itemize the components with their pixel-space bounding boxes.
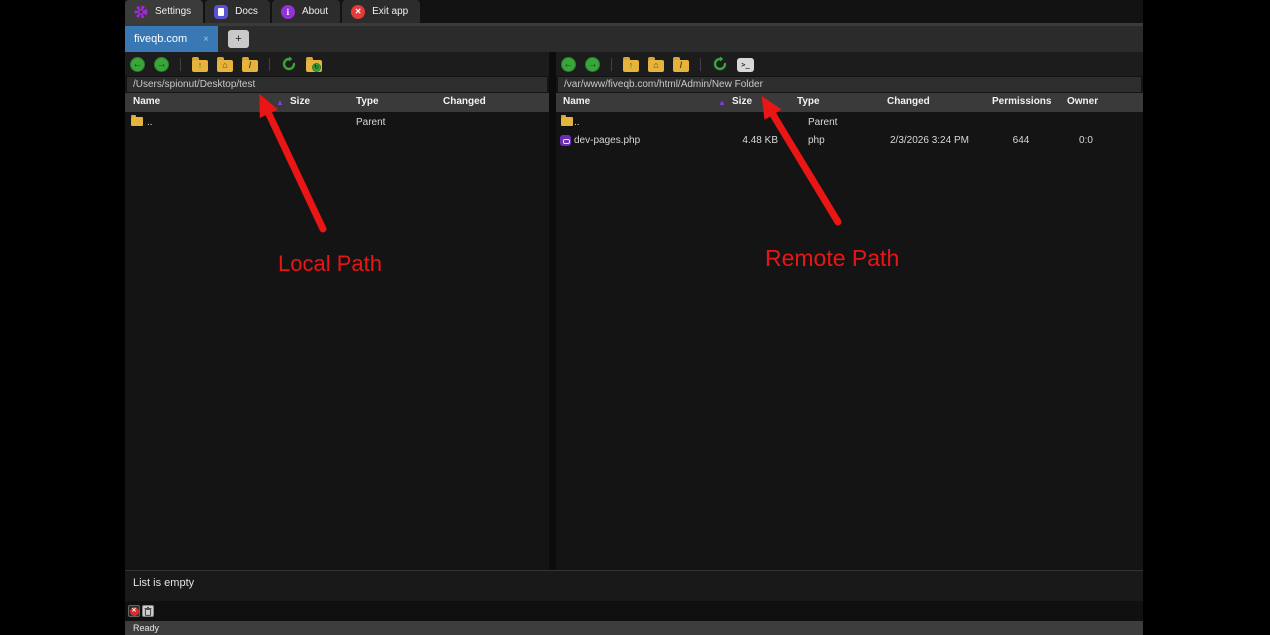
sort-ascending-icon[interactable]: ▲ <box>718 98 726 107</box>
clear-queue-button[interactable] <box>142 605 154 617</box>
refresh-icon[interactable] <box>712 56 728 72</box>
menu-tab-label: Settings <box>155 6 191 17</box>
menu-tab-label: Exit app <box>372 6 408 17</box>
back-icon[interactable]: ← <box>561 57 576 72</box>
file-permissions: 644 <box>986 135 1056 146</box>
cancel-transfers-button[interactable]: ✕ <box>128 605 140 617</box>
local-table-header: Name ▲ Size Type Changed <box>125 93 549 112</box>
column-header-type[interactable]: Type <box>356 96 379 107</box>
column-header-permissions[interactable]: Permissions <box>992 96 1051 107</box>
remote-panel: ← → ↑ ⌂ / >_ /var/www/fiveqb.com/html/Ad… <box>556 52 1143 570</box>
file-panes: ← → ↑ ⌂ / ↻ /Users/spionut/Desktop/test … <box>125 52 1143 570</box>
file-name: .. <box>574 117 580 128</box>
cancel-icon: ✕ <box>130 607 139 616</box>
gear-icon <box>134 5 148 19</box>
remote-file-list: .. Parent dev-pages.php 4.48 KB php 2/3/… <box>556 112 1143 570</box>
column-header-name[interactable]: Name <box>563 96 590 107</box>
column-header-owner[interactable]: Owner <box>1067 96 1098 107</box>
table-row[interactable]: dev-pages.php 4.48 KB php 2/3/2026 3:24 … <box>556 132 1143 150</box>
refresh-icon[interactable] <box>281 56 297 72</box>
folder-icon <box>131 117 143 126</box>
forward-icon[interactable]: → <box>585 57 600 72</box>
php-file-icon <box>560 135 571 146</box>
table-row[interactable]: .. Parent <box>125 114 549 132</box>
terminal-icon[interactable]: >_ <box>737 58 754 72</box>
docs-icon <box>214 5 228 19</box>
menu-tab-exit[interactable]: ✕ Exit app <box>342 0 420 23</box>
toolbar-divider <box>611 58 612 71</box>
site-tab-label: fiveqb.com <box>134 33 187 45</box>
sync-folder-icon[interactable]: ↻ <box>306 60 322 72</box>
site-tab-bar: fiveqb.com × + <box>125 23 1143 52</box>
local-toolbar: ← → ↑ ⌂ / ↻ <box>125 52 549 76</box>
toolbar-divider <box>269 58 270 71</box>
close-tab-icon[interactable]: × <box>203 34 209 45</box>
pane-divider[interactable] <box>549 52 556 570</box>
menu-tab-docs[interactable]: Docs <box>205 0 270 23</box>
app-window: Settings Docs i About ✕ Exit app fiveqb.… <box>125 0 1143 635</box>
file-owner: 0:0 <box>1051 135 1121 146</box>
file-size: 4.48 KB <box>706 135 778 146</box>
file-changed: 2/3/2026 3:24 PM <box>890 135 969 146</box>
trash-icon <box>144 607 152 616</box>
screen: Settings Docs i About ✕ Exit app fiveqb.… <box>0 0 1270 635</box>
root-folder-icon[interactable]: / <box>673 60 689 72</box>
remote-path-input[interactable]: /var/www/fiveqb.com/html/Admin/New Folde… <box>558 77 1141 92</box>
home-folder-icon[interactable]: ⌂ <box>648 60 664 72</box>
menu-tab-settings[interactable]: Settings <box>125 0 203 23</box>
root-folder-icon[interactable]: / <box>242 60 258 72</box>
folder-icon <box>561 117 573 126</box>
table-row[interactable]: .. Parent <box>556 114 1143 132</box>
remote-table-header: Name ▲ Size Type Changed Permissions Own… <box>556 93 1143 112</box>
forward-icon[interactable]: → <box>154 57 169 72</box>
transfer-queue-panel: List is empty <box>125 570 1143 601</box>
file-type: Parent <box>356 117 385 128</box>
menu-tab-label: About <box>302 6 328 17</box>
back-icon[interactable]: ← <box>130 57 145 72</box>
exit-icon: ✕ <box>351 5 365 19</box>
sort-ascending-icon[interactable]: ▲ <box>276 98 284 107</box>
toolbar-divider <box>180 58 181 71</box>
menu-bar: Settings Docs i About ✕ Exit app <box>125 0 1143 23</box>
status-bar: Ready <box>125 621 1143 635</box>
new-tab-button[interactable]: + <box>228 30 249 48</box>
column-header-size[interactable]: Size <box>290 96 310 107</box>
column-header-type[interactable]: Type <box>797 96 820 107</box>
site-tab-fiveqb[interactable]: fiveqb.com × <box>125 26 218 52</box>
parent-folder-icon[interactable]: ↑ <box>192 60 208 72</box>
local-panel: ← → ↑ ⌂ / ↻ /Users/spionut/Desktop/test … <box>125 52 549 570</box>
file-type: php <box>808 135 825 146</box>
parent-folder-icon[interactable]: ↑ <box>623 60 639 72</box>
column-header-changed[interactable]: Changed <box>443 96 486 107</box>
local-file-list: .. Parent <box>125 112 549 570</box>
menu-tab-label: Docs <box>235 6 258 17</box>
file-name: dev-pages.php <box>574 135 640 146</box>
queue-toolbar: ✕ <box>125 601 1143 621</box>
file-name: .. <box>147 117 153 128</box>
remote-toolbar: ← → ↑ ⌂ / >_ <box>556 52 1143 76</box>
toolbar-divider <box>700 58 701 71</box>
info-icon: i <box>281 5 295 19</box>
file-type: Parent <box>808 117 837 128</box>
column-header-changed[interactable]: Changed <box>887 96 930 107</box>
queue-empty-message: List is empty <box>133 577 194 589</box>
column-header-name[interactable]: Name <box>133 96 160 107</box>
status-text: Ready <box>133 623 159 633</box>
menu-tab-about[interactable]: i About <box>272 0 340 23</box>
home-folder-icon[interactable]: ⌂ <box>217 60 233 72</box>
column-header-size[interactable]: Size <box>732 96 752 107</box>
local-path-input[interactable]: /Users/spionut/Desktop/test <box>127 77 547 92</box>
